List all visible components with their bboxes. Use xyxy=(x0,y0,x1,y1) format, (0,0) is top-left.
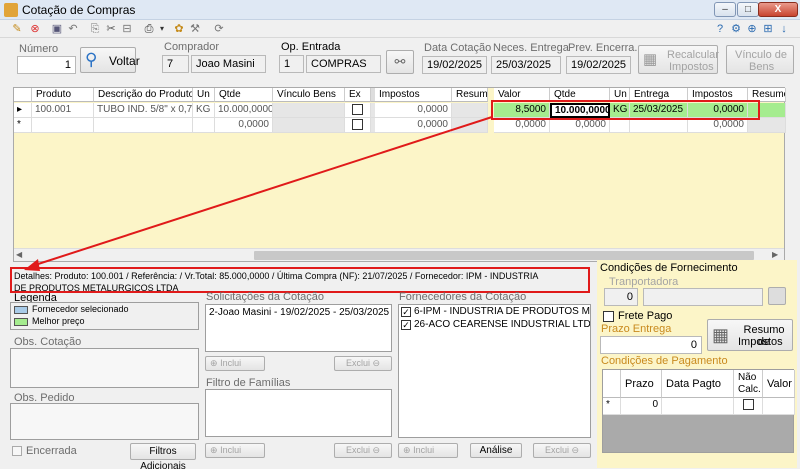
filtros-adicionais-button[interactable]: Filtros Adicionais xyxy=(130,443,196,469)
familias-label: Filtro de Famílias xyxy=(206,377,291,389)
obs-cotacao-label: Obs. Cotação xyxy=(14,336,82,348)
encerrada-checkbox[interactable] xyxy=(12,446,22,456)
plus-icon: ⊕ xyxy=(210,445,218,455)
pag-col-data-pagto[interactable]: Data Pagto xyxy=(662,370,734,398)
transportadora-code-field[interactable]: 0 xyxy=(604,288,638,306)
details-panel: Detalhes: Produto: 100.001 / Referência:… xyxy=(10,267,590,293)
legend-label-selected: Fornecedor selecionado xyxy=(32,304,129,314)
familias-inclui-button[interactable]: ⊕ Inclui xyxy=(205,443,265,458)
pag-col-nao-calc[interactable]: Não Calc. xyxy=(734,370,763,398)
fornecedor-checkbox[interactable]: ✓ xyxy=(401,320,411,330)
legend-swatch-selected xyxy=(14,306,28,314)
solicitacoes-label: Solicitações da Cotação xyxy=(206,291,325,303)
minus-icon: ⊖ xyxy=(571,445,580,455)
fornecedores-list[interactable]: ✓ 6-IPM - INDUSTRIA DE PRODUTOS ME ✓ 26-… xyxy=(398,304,591,438)
legend-label-best: Melhor preço xyxy=(32,316,85,326)
plus-icon: ⊕ xyxy=(403,445,411,455)
details-line-1: Detalhes: Produto: 100.001 / Referência:… xyxy=(14,271,539,281)
fornecedor-item[interactable]: 6-IPM - INDUSTRIA DE PRODUTOS ME xyxy=(414,306,590,318)
fornecedores-inclui-button[interactable]: ⊕ Inclui xyxy=(398,443,458,458)
pag-cell-valor[interactable] xyxy=(763,398,795,415)
fornecimento-panel: Condições de Fornecimento Tranportadora … xyxy=(597,260,797,468)
pag-cell-prazo[interactable]: 0 xyxy=(621,398,662,415)
pag-cell-data-pagto[interactable] xyxy=(662,398,734,415)
familias-list[interactable] xyxy=(205,389,392,437)
resumo-impostos-button[interactable]: ▦ Resumo de Impostos xyxy=(707,319,793,351)
obs-pedido-field[interactable] xyxy=(10,403,199,440)
fornecedores-label: Fornecedores da Cotação xyxy=(399,291,527,303)
prazo-entrega-label: Prazo Entrega xyxy=(601,323,672,335)
fornecedor-checkbox[interactable]: ✓ xyxy=(401,307,411,317)
pagamento-grid: Prazo Data Pagto Não Calc. Valor * 0 xyxy=(602,369,795,453)
transportadora-lookup-button[interactable] xyxy=(768,287,786,305)
solicitacoes-exclui-button[interactable]: Exclui ⊖ xyxy=(334,356,392,371)
fornecedores-exclui-button[interactable]: Exclui ⊖ xyxy=(533,443,591,458)
frete-pago-checkbox[interactable] xyxy=(603,311,614,322)
minus-icon: ⊖ xyxy=(372,445,381,455)
fornecimento-title: Condições de Fornecimento xyxy=(600,262,738,274)
familias-exclui-button[interactable]: Exclui ⊖ xyxy=(334,443,392,458)
pag-col-valor[interactable]: Valor xyxy=(763,370,795,398)
pag-cell-nao-calc[interactable] xyxy=(734,398,763,415)
legend-swatch-best xyxy=(14,318,28,326)
obs-cotacao-field[interactable] xyxy=(10,348,199,388)
legend-box: Fornecedor selecionado Melhor preço xyxy=(10,302,199,330)
encerrada-label: Encerrada xyxy=(26,445,77,457)
table-icon: ▦ xyxy=(712,325,730,345)
nao-calc-checkbox[interactable] xyxy=(742,399,754,410)
solicitacoes-list[interactable]: 2-Joao Masini - 19/02/2025 - 25/03/2025 xyxy=(205,304,392,352)
pag-col-prazo[interactable]: Prazo xyxy=(621,370,662,398)
transportadora-name-field[interactable] xyxy=(643,288,763,306)
solicitacao-item[interactable]: 2-Joao Masini - 19/02/2025 - 25/03/2025 xyxy=(209,307,389,319)
solicitacoes-inclui-button[interactable]: ⊕ Inclui xyxy=(205,356,265,371)
analise-button[interactable]: Análise xyxy=(470,443,522,458)
prazo-entrega-field[interactable]: 0 xyxy=(600,336,702,354)
transportadora-label: Tranportadora xyxy=(609,276,679,288)
pag-row-marker[interactable]: * xyxy=(603,398,621,415)
frete-pago-label: Frete Pago xyxy=(618,310,673,322)
fornecedor-item[interactable]: 26-ACO CEARENSE INDUSTRIAL LTDA xyxy=(414,319,590,331)
pagamento-title: Condições de Pagamento xyxy=(601,355,728,367)
plus-icon: ⊕ xyxy=(210,358,218,368)
minus-icon: ⊖ xyxy=(372,358,381,368)
